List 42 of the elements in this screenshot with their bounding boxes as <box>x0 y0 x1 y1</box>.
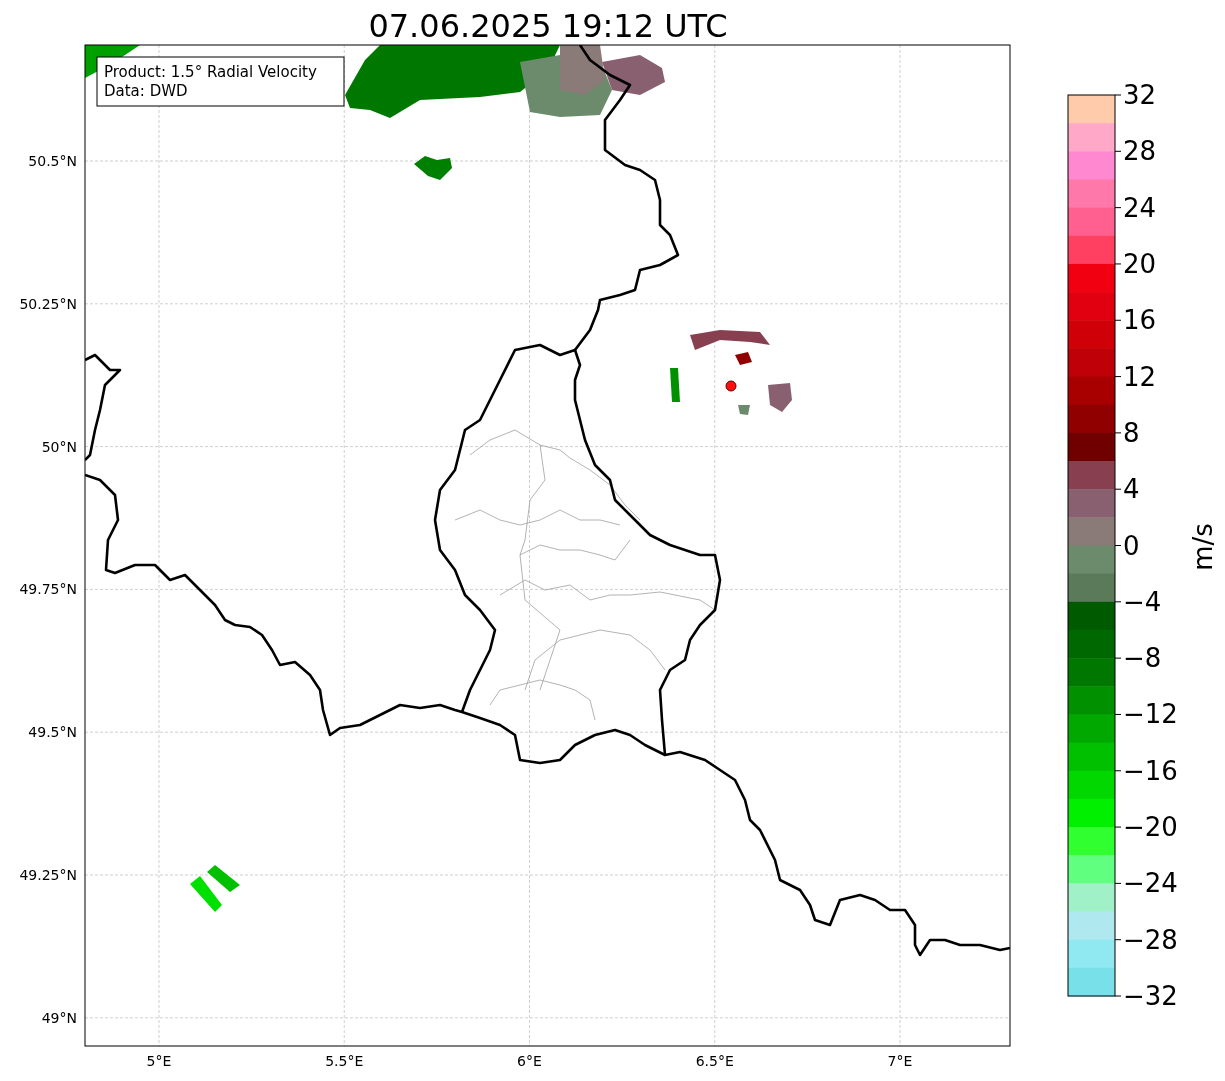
legend-text: Product: 1.5° Radial Velocity <box>104 63 317 81</box>
radar-site-marker <box>725 380 737 392</box>
chart-title: 07.06.2025 19:12 UTC <box>368 7 728 45</box>
longitude-label: 7°E <box>887 1053 913 1069</box>
colorbar-tick-label: −20 <box>1123 812 1178 843</box>
colorbar-tick-label: 32 <box>1123 80 1157 110</box>
latitude-label: 49.25°N <box>19 867 77 883</box>
latitude-label: 49°N <box>41 1009 77 1026</box>
legend-text: Data: DWD <box>104 82 188 100</box>
colorbar-tick-label: 28 <box>1123 136 1157 167</box>
latitude-label: 50°N <box>41 438 77 455</box>
radar-echo-area <box>735 352 752 365</box>
colorbar-tick-label: 16 <box>1123 305 1157 336</box>
radar-echo-area <box>602 55 665 95</box>
longitude-label: 5°E <box>146 1053 172 1069</box>
colorbar-tick-label: 24 <box>1123 192 1157 223</box>
radar-echo-area <box>768 383 792 412</box>
colorbar-tick-label: −8 <box>1123 643 1162 674</box>
colorbar-tick-label: −24 <box>1123 868 1178 899</box>
colorbar-tick-label: 8 <box>1123 417 1140 448</box>
longitude-label: 5.5°E <box>325 1053 364 1069</box>
radar-echo-area <box>670 368 680 402</box>
colorbar-unit-label: m/s <box>1188 523 1218 571</box>
longitude-label: 6.5°E <box>695 1053 734 1069</box>
radar-echo-area <box>207 865 240 892</box>
latitude-label: 50.25°N <box>19 295 77 312</box>
radar-echo-area <box>190 876 222 912</box>
latitude-label: 49.5°N <box>28 724 77 741</box>
colorbar-tick-label: 0 <box>1123 530 1140 561</box>
colorbar-tick-label: −12 <box>1123 699 1178 730</box>
colorbar-tick-label: −4 <box>1123 586 1162 617</box>
colorbar-tick-label: 12 <box>1123 361 1157 392</box>
colorbar-tick-label: 4 <box>1123 474 1140 505</box>
latitude-label: 49.75°N <box>19 581 77 598</box>
colorbar-tick-label: 20 <box>1123 248 1157 279</box>
latitude-label: 50.5°N <box>28 153 77 169</box>
radar-echo-area <box>738 405 750 415</box>
colorbar-tick-label: −16 <box>1123 755 1178 786</box>
colorbar-tick-label: −32 <box>1123 981 1178 1011</box>
radar-echo-area <box>414 156 452 180</box>
colorbar-tick-label: −28 <box>1123 924 1178 955</box>
longitude-label: 6°E <box>517 1053 542 1069</box>
